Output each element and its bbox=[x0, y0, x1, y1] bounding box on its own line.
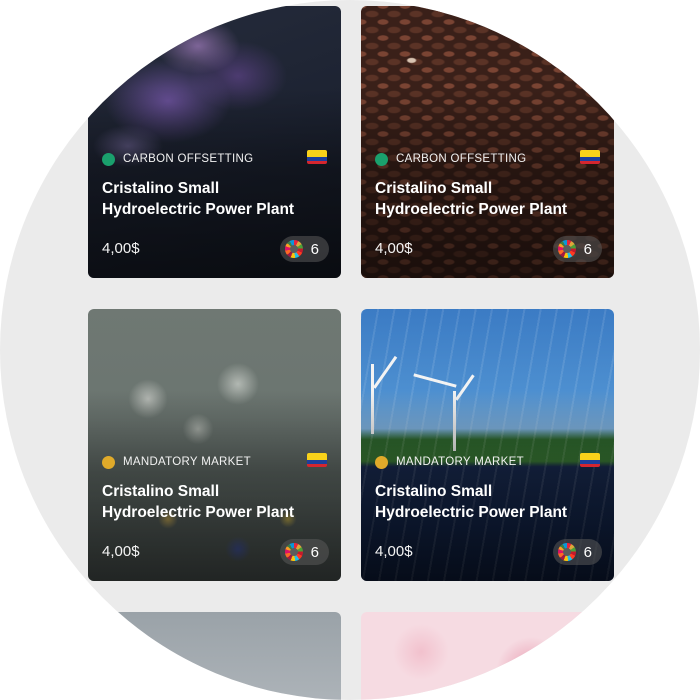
colombia-flag-icon bbox=[307, 453, 327, 467]
colombia-flag-icon bbox=[580, 150, 600, 164]
card-price: 4,00$ bbox=[375, 240, 413, 257]
sdg-wheel-icon bbox=[284, 543, 303, 561]
category-dot bbox=[102, 152, 115, 166]
category-label: CARBON OFFSETTING bbox=[396, 153, 527, 165]
project-card-partial[interactable] bbox=[88, 612, 341, 700]
card-price: 4,00$ bbox=[375, 543, 413, 560]
card-title: Cristalino Small Hydroelectric Power Pla… bbox=[375, 483, 568, 521]
sdg-badge: 6 bbox=[552, 539, 602, 565]
sdg-count: 6 bbox=[310, 543, 319, 561]
card-image bbox=[361, 612, 614, 700]
sdg-badge: 6 bbox=[279, 236, 329, 262]
card-category-row: CARBON OFFSETTING bbox=[375, 150, 600, 168]
sdg-count: 6 bbox=[310, 240, 319, 258]
sdg-count: 6 bbox=[583, 240, 592, 258]
sdg-badge: 6 bbox=[552, 236, 602, 262]
colombia-flag-icon bbox=[307, 150, 327, 164]
project-card[interactable]: CARBON OFFSETTING Cristalino Small Hydro… bbox=[361, 6, 614, 278]
project-card[interactable]: CARBON OFFSETTING Cristalino Small Hydro… bbox=[88, 6, 341, 278]
sdg-badge: 6 bbox=[279, 539, 329, 565]
category-dot bbox=[102, 455, 115, 469]
card-price: 4,00$ bbox=[102, 240, 140, 257]
category-label: MANDATORY MARKET bbox=[123, 456, 251, 468]
card-title: Cristalino Small Hydroelectric Power Pla… bbox=[102, 483, 295, 521]
card-title: Cristalino Small Hydroelectric Power Pla… bbox=[375, 180, 568, 218]
circular-frame: CARBON OFFSETTING Cristalino Small Hydro… bbox=[0, 0, 700, 700]
category-label: CARBON OFFSETTING bbox=[123, 153, 254, 165]
card-price: 4,00$ bbox=[102, 543, 140, 560]
category-dot bbox=[375, 152, 388, 166]
colombia-flag-icon bbox=[580, 453, 600, 467]
card-category-row: MANDATORY MARKET bbox=[102, 453, 327, 471]
card-category-row: CARBON OFFSETTING bbox=[102, 150, 327, 168]
project-card-partial[interactable] bbox=[361, 612, 614, 700]
card-image bbox=[88, 612, 341, 700]
project-card[interactable]: MANDATORY MARKET Cristalino Small Hydroe… bbox=[361, 309, 614, 581]
card-title: Cristalino Small Hydroelectric Power Pla… bbox=[102, 180, 295, 218]
sdg-wheel-icon bbox=[557, 240, 576, 258]
category-label: MANDATORY MARKET bbox=[396, 456, 524, 468]
sdg-wheel-icon bbox=[284, 240, 303, 258]
card-category-row: MANDATORY MARKET bbox=[375, 453, 600, 471]
sdg-count: 6 bbox=[583, 543, 592, 561]
sdg-wheel-icon bbox=[557, 543, 576, 561]
project-card[interactable]: MANDATORY MARKET Cristalino Small Hydroe… bbox=[88, 309, 341, 581]
category-dot bbox=[375, 455, 388, 469]
